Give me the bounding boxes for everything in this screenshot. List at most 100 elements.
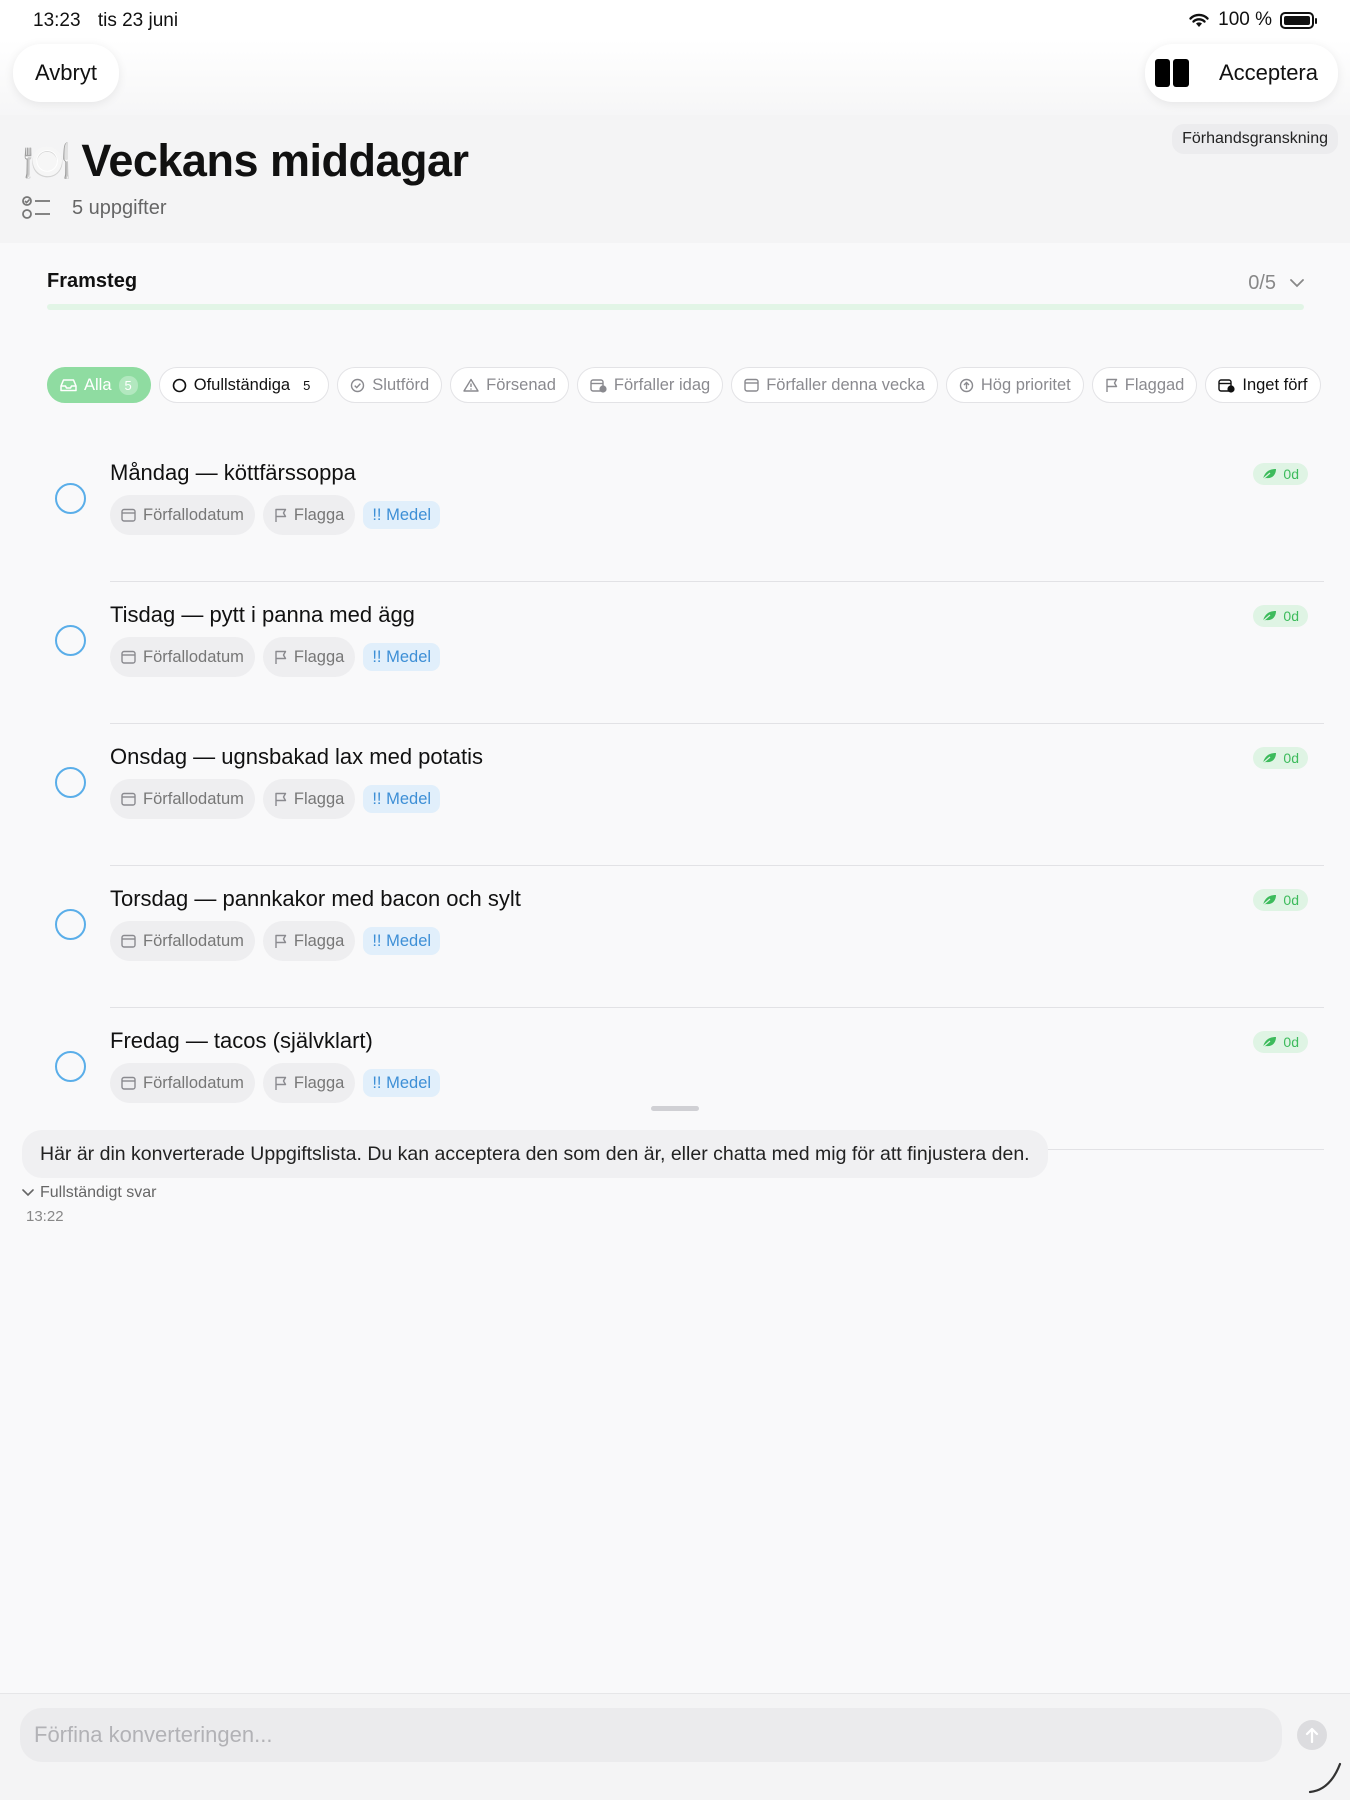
filter-chip[interactable]: Hög prioritet: [945, 367, 1084, 403]
flag-icon: [274, 508, 287, 523]
days-badge: 0d: [1253, 605, 1308, 627]
warning-icon: [463, 378, 479, 392]
filter-chip-count: 5: [118, 375, 138, 395]
due-date-label: Förfallodatum: [143, 931, 244, 950]
priority-badge[interactable]: !! Medel: [363, 643, 441, 671]
task-title[interactable]: Onsdag — ugnsbakad lax med potatis: [110, 744, 483, 770]
leaf-icon: [1262, 468, 1277, 480]
due-date-button[interactable]: Förfallodatum: [110, 1063, 255, 1103]
leaf-icon: [1262, 1036, 1277, 1048]
due-date-label: Förfallodatum: [143, 1073, 244, 1092]
wifi-icon: [1188, 12, 1210, 28]
days-badge-label: 0d: [1283, 608, 1299, 624]
progress-section[interactable]: Framsteg 0/5: [47, 270, 1304, 310]
filter-chip[interactable]: Flaggad: [1091, 367, 1198, 403]
cancel-button[interactable]: Avbryt: [13, 44, 119, 102]
preview-badge: Förhandsgranskning: [1172, 124, 1338, 154]
split-view-icon[interactable]: [1154, 59, 1189, 87]
progress-label: Framsteg: [47, 270, 138, 292]
calendar-icon: [121, 650, 136, 664]
task-title[interactable]: Måndag — köttfärssoppa: [110, 460, 356, 486]
flag-icon: [1105, 378, 1118, 393]
due-date-button[interactable]: Förfallodatum: [110, 495, 255, 535]
task-title[interactable]: Tisdag — pytt i panna med ägg: [110, 602, 415, 628]
resize-handle-icon[interactable]: [1308, 1760, 1342, 1794]
leaf-icon: [1262, 894, 1277, 906]
filter-chip-label: Slutförd: [372, 375, 430, 394]
task-checkbox[interactable]: [55, 483, 86, 514]
due-date-button[interactable]: Förfallodatum: [110, 921, 255, 961]
filter-chip-label: Inget förf: [1242, 375, 1308, 394]
due-date-label: Förfallodatum: [143, 789, 244, 808]
filter-chip-count: 5: [303, 377, 311, 393]
filter-chip[interactable]: Alla 5: [47, 367, 151, 403]
priority-badge[interactable]: !! Medel: [363, 1069, 441, 1097]
tray-icon: [60, 378, 77, 392]
list-header: Förhandsgranskning 🍽️ Veckans middagar 5…: [0, 115, 1350, 243]
accept-button[interactable]: Acceptera: [1219, 60, 1318, 86]
days-badge-label: 0d: [1283, 466, 1299, 482]
filter-chip[interactable]: Inget förf: [1205, 367, 1321, 403]
priority-badge[interactable]: !! Medel: [363, 927, 441, 955]
task-row[interactable]: Onsdag — ugnsbakad lax med potatis Förfal…: [0, 724, 1350, 866]
flag-button[interactable]: Flagga: [262, 1063, 356, 1103]
task-row[interactable]: Fredag — tacos (självklart) Förfallodatum…: [0, 1008, 1350, 1150]
calendar-clock-icon: [590, 378, 607, 393]
sheet-grabber[interactable]: [651, 1106, 699, 1111]
flag-button[interactable]: Flagga: [262, 921, 356, 961]
filter-chip[interactable]: Förfaller denna vecka: [731, 367, 938, 403]
message-time: 13:22: [26, 1208, 64, 1225]
filter-chip[interactable]: Förfaller idag: [576, 367, 724, 403]
days-badge: 0d: [1253, 889, 1308, 911]
task-checkbox[interactable]: [55, 1051, 86, 1082]
filter-chip-label: Försenad: [486, 375, 556, 394]
title-text: Veckans middagar: [81, 135, 469, 186]
chevron-down-icon: [22, 1189, 34, 1197]
leaf-icon: [1262, 752, 1277, 764]
task-row[interactable]: Torsdag — pannkakor med bacon och sylt Fö…: [0, 866, 1350, 1008]
due-date-label: Förfallodatum: [143, 647, 244, 666]
flag-icon: [274, 1076, 287, 1091]
task-title[interactable]: Fredag — tacos (självklart): [110, 1028, 373, 1054]
arrow-up-circle-icon: [959, 378, 974, 393]
task-count: 5 uppgifter: [72, 196, 167, 219]
chevron-down-icon[interactable]: [1290, 279, 1304, 288]
flag-label: Flagga: [293, 1073, 345, 1092]
filter-chip-label: Flaggad: [1124, 375, 1185, 394]
flag-button[interactable]: Flagga: [262, 779, 356, 819]
days-badge-label: 0d: [1283, 1034, 1299, 1050]
send-button[interactable]: [1297, 1720, 1327, 1750]
filter-chip-bar: Alla 5 Ofullständiga 5 Slutförd Försenad Förfa…: [47, 367, 1325, 405]
filter-chip[interactable]: Ofullständiga 5: [158, 367, 330, 403]
calendar-icon: [121, 934, 136, 948]
flag-button[interactable]: Flagga: [262, 637, 356, 677]
calendar-icon: [121, 792, 136, 806]
due-date-button[interactable]: Förfallodatum: [110, 779, 255, 819]
task-checkbox[interactable]: [55, 625, 86, 656]
battery-icon: [1280, 11, 1317, 29]
progress-bar: [47, 304, 1304, 310]
task-title[interactable]: Torsdag — pannkakor med bacon och sylt: [110, 886, 521, 912]
flag-label: Flagga: [293, 505, 345, 524]
task-checkbox[interactable]: [55, 767, 86, 798]
priority-badge[interactable]: !! Medel: [363, 501, 441, 529]
due-date-button[interactable]: Förfallodatum: [110, 637, 255, 677]
filter-chip[interactable]: Försenad: [450, 367, 569, 403]
task-checkbox[interactable]: [55, 909, 86, 940]
full-answer-toggle[interactable]: Fullständigt svar: [22, 1184, 157, 1202]
status-time: 13:23: [33, 10, 81, 31]
flag-button[interactable]: Flagga: [262, 495, 356, 535]
priority-badge[interactable]: !! Medel: [363, 785, 441, 813]
filter-chip-label: Förfaller denna vecka: [766, 375, 925, 394]
task-row[interactable]: Måndag — köttfärssoppa Förfallodatum Flagg…: [0, 440, 1350, 582]
leaf-icon: [1262, 610, 1277, 622]
refine-input[interactable]: [20, 1708, 1282, 1762]
days-badge: 0d: [1253, 747, 1308, 769]
calendar-icon: [744, 378, 759, 392]
task-row[interactable]: Tisdag — pytt i panna med ägg Förfallodat…: [0, 582, 1350, 724]
status-date: tis 23 juni: [97, 10, 179, 31]
top-toolbar: Avbryt Acceptera: [0, 40, 1350, 115]
dinner-plate-icon: 🍽️: [22, 139, 72, 184]
flag-icon: [274, 934, 287, 949]
filter-chip[interactable]: Slutförd: [337, 367, 443, 403]
